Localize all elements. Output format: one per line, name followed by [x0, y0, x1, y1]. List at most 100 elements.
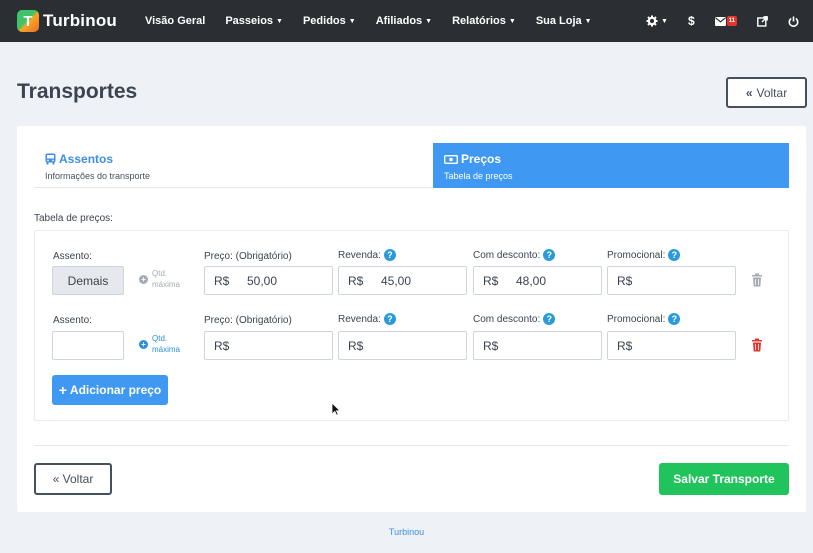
settings-menu[interactable]: ▼ — [646, 15, 668, 27]
trash-icon — [752, 273, 762, 287]
currency-prefix: R$ — [617, 338, 633, 353]
price-label: Preço: (Obrigatório) — [204, 315, 292, 326]
nav-item-label: Passeios — [225, 15, 274, 27]
price-value: 50,00 — [247, 273, 278, 288]
nav-item-sua-loja[interactable]: Sua Loja ▼ — [536, 15, 592, 27]
add-price-button[interactable]: + Adicionar preço — [52, 375, 168, 405]
resale-label: Revenda:? — [338, 249, 396, 261]
max-qty-line-1: Qtd. — [152, 269, 168, 278]
bus-icon — [45, 153, 56, 165]
dollar-icon[interactable]: $ — [688, 14, 695, 28]
seat-input[interactable] — [52, 331, 124, 360]
max-qty-toggle[interactable]: + Qtd. máxima — [139, 333, 180, 355]
promo-input[interactable]: R$ — [607, 266, 736, 295]
plus-icon: + — [58, 382, 67, 398]
plus-circle-icon: + — [139, 274, 148, 284]
discount-label-text: Com desconto: — [473, 249, 541, 261]
chevron-down-icon: ▼ — [584, 17, 592, 25]
step-title-text: Assentos — [59, 152, 114, 166]
nav-item-pedidos[interactable]: Pedidos ▼ — [303, 15, 356, 27]
help-icon[interactable]: ? — [543, 313, 556, 325]
chevron-down-icon: ▼ — [348, 17, 356, 25]
help-icon[interactable]: ? — [668, 313, 681, 325]
brand-name: Turbinou — [43, 11, 117, 30]
power-icon[interactable] — [788, 16, 799, 27]
currency-prefix: R$ — [348, 273, 364, 288]
messages-button[interactable]: 11 — [714, 16, 737, 26]
money-icon — [444, 154, 458, 164]
nav-item-label: Pedidos — [302, 15, 346, 27]
footer-link[interactable]: Turbinou — [0, 527, 813, 537]
promo-label: Promocional:? — [607, 313, 681, 325]
chevron-down-icon: ▼ — [425, 17, 433, 25]
price-input[interactable]: R$ — [204, 331, 333, 360]
nav-item-label: Sua Loja — [535, 15, 582, 27]
save-transport-button[interactable]: Salvar Transporte — [659, 463, 789, 495]
resale-label-text: Revenda: — [338, 249, 381, 261]
brand[interactable]: T Turbinou — [17, 10, 117, 32]
plus-circle-icon: + — [139, 339, 148, 349]
brand-logo: T — [17, 10, 39, 32]
chevron-down-icon: ▼ — [276, 17, 283, 25]
currency-prefix: R$ — [483, 338, 499, 353]
discount-label-text: Com desconto: — [473, 313, 541, 325]
wizard-step-assentos[interactable]: Assentos Informações do transporte — [34, 143, 432, 188]
chevron-down-icon: ▼ — [661, 17, 668, 25]
top-navbar: T Turbinou Visão Geral Passeios ▼ Pedidos… — [0, 0, 813, 42]
double-chevron-left-icon: « — [745, 85, 753, 100]
divider — [34, 445, 789, 446]
mail-count-badge: 11 — [726, 16, 737, 26]
resale-input[interactable]: R$ 45,00 — [338, 266, 467, 295]
max-qty-line-2: máxima — [152, 280, 181, 289]
price-table-label: Tabela de preços: — [34, 213, 113, 224]
seat-input[interactable]: Demais — [52, 266, 124, 295]
nav-item-label: Afiliados — [375, 15, 423, 27]
currency-prefix: R$ — [617, 273, 633, 288]
seat-label: Assento: — [53, 251, 92, 262]
step-subtitle: Informações do transporte — [45, 171, 151, 181]
currency-prefix: R$ — [214, 273, 230, 288]
price-input[interactable]: R$ 50,00 — [204, 266, 333, 295]
seat-label: Assento: — [53, 315, 92, 326]
chevron-down-icon: ▼ — [508, 17, 516, 25]
wizard-step-precos[interactable]: Preços Tabela de preços — [433, 143, 789, 188]
discount-input[interactable]: R$ — [473, 331, 602, 360]
nav-right-icons: ▼ $ 11 — [626, 0, 799, 42]
help-icon[interactable]: ? — [383, 249, 396, 261]
discount-label: Com desconto:? — [473, 249, 556, 261]
back-button-top[interactable]: « Voltar — [726, 77, 807, 108]
trash-icon[interactable] — [751, 338, 763, 352]
help-icon[interactable]: ? — [383, 313, 396, 325]
resale-input[interactable]: R$ — [338, 331, 467, 360]
step-title: Assentos — [45, 152, 113, 166]
gear-icon — [646, 15, 658, 27]
external-link-icon[interactable] — [757, 15, 768, 27]
price-label: Preço: (Obrigatório) — [204, 251, 292, 262]
back-button[interactable]: « Voltar — [34, 463, 112, 495]
mouse-cursor-icon — [331, 402, 341, 416]
max-qty-toggle: + Qtd. máxima — [139, 268, 180, 290]
currency-prefix: R$ — [348, 338, 364, 353]
promo-label: Promocional:? — [607, 249, 681, 261]
nav-item-afiliados[interactable]: Afiliados ▼ — [376, 15, 432, 27]
back-button-label: Voltar — [756, 85, 788, 100]
nav-item-passeios[interactable]: Passeios ▼ — [225, 15, 283, 27]
discount-input[interactable]: R$ 48,00 — [473, 266, 602, 295]
promo-label-text: Promocional: — [607, 313, 666, 325]
max-qty-text: Qtd. máxima — [152, 333, 180, 355]
help-icon[interactable]: ? — [543, 249, 556, 261]
help-icon[interactable]: ? — [668, 249, 681, 261]
max-qty-line-1: Qtd. — [152, 334, 168, 343]
promo-input[interactable]: R$ — [607, 331, 736, 360]
nav-item-visao-geral[interactable]: Visão Geral — [145, 15, 205, 27]
step-title: Preços — [444, 152, 501, 166]
nav-item-label: Relatórios — [452, 15, 506, 27]
resale-label-text: Revenda: — [338, 313, 381, 325]
step-title-text: Preços — [461, 152, 502, 166]
max-qty-text: Qtd. máxima — [152, 268, 180, 290]
currency-prefix: R$ — [214, 338, 230, 353]
currency-prefix: R$ — [483, 273, 499, 288]
discount-label: Com desconto:? — [473, 313, 556, 325]
nav-item-relatorios[interactable]: Relatórios ▼ — [452, 15, 516, 27]
add-price-label: Adicionar preço — [69, 383, 162, 397]
